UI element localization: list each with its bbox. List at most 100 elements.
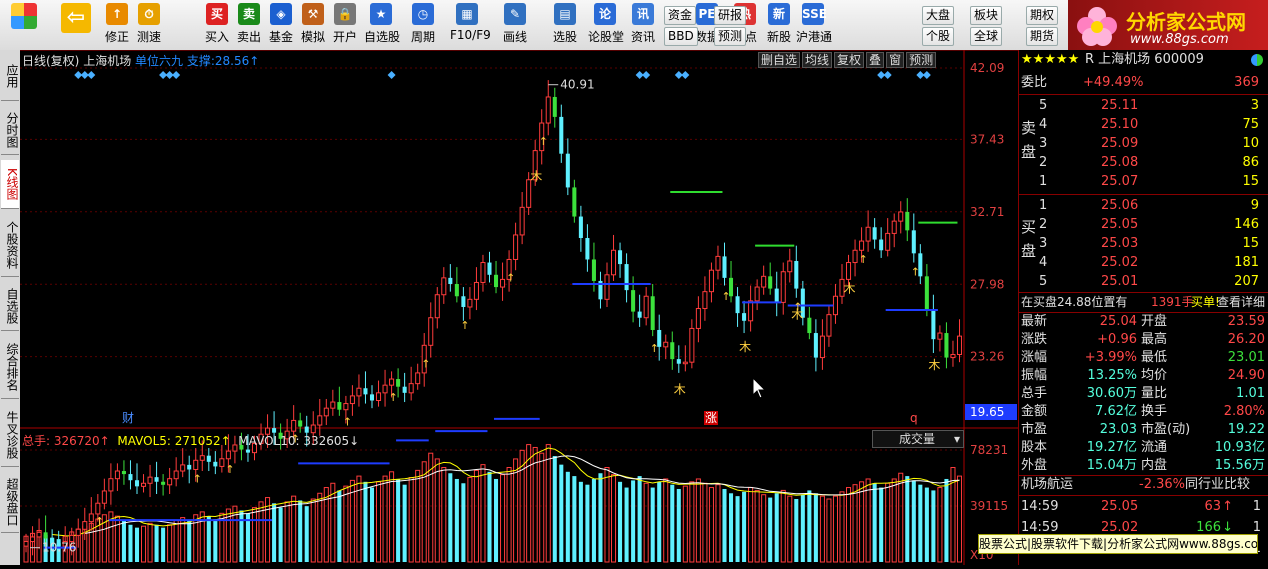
quote-row: 最新 25.04 开盘 23.59	[1019, 313, 1268, 331]
volume-bar	[598, 473, 603, 562]
buy-arrow-icon: ↑	[650, 342, 659, 355]
volume-bar	[944, 478, 949, 562]
chart-menu-item-2[interactable]: 复权	[834, 52, 865, 68]
industry-compare-button[interactable]: 同行业比较	[1185, 476, 1250, 494]
toolbar-2-icon: 买	[206, 3, 228, 25]
buy-level: 5	[1039, 274, 1048, 289]
toolbar-10-label: 画线	[502, 30, 527, 44]
toolbar-small-button-7[interactable]: 全球	[970, 27, 1003, 46]
candle-body	[448, 277, 453, 284]
sidebar-item-4[interactable]: 自选股	[1, 282, 19, 331]
stat-value-2: 24.90	[1227, 368, 1265, 383]
candle-body	[807, 317, 812, 334]
toolbar-button-12[interactable]: 论论股堂	[588, 3, 624, 47]
footer-link[interactable]: 股票公式|股票软件下载|分析家公式网www.88gs.com	[978, 534, 1258, 554]
quote-row: 4 25.02 181	[1019, 254, 1268, 272]
buy-volume: 181	[1234, 255, 1259, 270]
toolbar-small-button-5[interactable]: 个股	[922, 27, 955, 46]
chart-menu-item-5[interactable]: 预测	[906, 52, 937, 68]
candle-body	[794, 261, 799, 289]
toolbar-button-1[interactable]: ⏱ 测速	[132, 3, 166, 47]
toolbar-button-16[interactable]: 新新股	[762, 3, 796, 47]
toolbar-button-4[interactable]: ◈ 基金	[264, 3, 298, 47]
chart-menu-item-0[interactable]: 删自选	[758, 52, 801, 68]
candle-body	[382, 384, 388, 394]
app-menu-button[interactable]	[4, 3, 44, 47]
view-detail-link[interactable]: 查看详细	[1217, 293, 1265, 311]
sidebar-item-3[interactable]: 个股资料	[1, 214, 19, 277]
zhang-event-mark[interactable]: 涨	[705, 410, 717, 425]
toolbar-button-11[interactable]: ▤ 选股	[548, 3, 582, 47]
stat-value: 30.60万	[1086, 386, 1137, 401]
toolbar-button-0[interactable]: ↑ 修正	[100, 3, 134, 47]
candle-body	[905, 211, 910, 231]
candle-body	[585, 238, 590, 260]
stat-value: 15.04万	[1086, 458, 1137, 473]
toolbar-17-icon: SSE	[802, 3, 827, 25]
toolbar-small-button-3[interactable]: 预测	[714, 27, 747, 46]
kline-chart-panel[interactable]: 42.09 37.43 32.71 27.98 23.26 19.65 78231 39115…	[20, 49, 1018, 565]
candle-body	[754, 286, 760, 302]
stat-value-2: 26.20	[1227, 332, 1265, 347]
toolbar-button-8[interactable]: ◷ 周期	[406, 3, 440, 47]
toolbar-button-7[interactable]: ★ 自选股	[364, 3, 400, 47]
candle-body	[213, 461, 218, 467]
toolbar-small-button-0[interactable]: 资金	[664, 6, 697, 25]
toolbar-button-13[interactable]: 讯资讯	[626, 3, 660, 47]
toolbar-button-5[interactable]: ⚒ 模拟	[296, 3, 330, 47]
chart-menu-item-4[interactable]: 窗	[886, 52, 905, 68]
volume-bar	[213, 519, 218, 562]
toolbar-small-button-8[interactable]: 期权	[1026, 6, 1059, 25]
buy-arrow-icon: ↑	[95, 515, 104, 528]
quote-row: 5 25.11 3	[1019, 97, 1268, 115]
volume-bar	[794, 499, 799, 562]
toolbar-button-6[interactable]: 🔒 开户	[328, 3, 362, 47]
toolbar-small-button-4[interactable]: 大盘	[922, 6, 955, 25]
back-button[interactable]: ⇦	[56, 3, 96, 47]
sidebar-item-0[interactable]: 应用	[1, 52, 19, 101]
finance-event-mark[interactable]: 财	[122, 411, 134, 425]
toolbar-small-button-9[interactable]: 期货	[1026, 27, 1059, 46]
buy-info-qty: 1391手	[1151, 295, 1194, 309]
toolbar-1-icon: ⏱	[138, 3, 160, 25]
volume-indicator-select[interactable]: 成交量 ▾	[872, 430, 964, 448]
buy-arrow-icon: ↑	[911, 265, 920, 278]
buy-price: 25.02	[1101, 255, 1139, 270]
toolbar-button-9[interactable]: ▦ F10/F9	[450, 3, 491, 47]
price-scale-label-3: 27.98	[970, 277, 1004, 291]
candle-body	[114, 470, 120, 480]
sell-level: 2	[1039, 155, 1048, 170]
stat-label: 总手	[1021, 386, 1048, 401]
toolbar-small-button-6[interactable]: 板块	[970, 6, 1003, 25]
candle-body	[500, 278, 506, 288]
sidebar-item-5[interactable]: 综合排名	[1, 336, 19, 399]
toolbar-button-17[interactable]: SSE 沪港通	[796, 3, 832, 47]
toolbar-button-10[interactable]: ✎ 画线	[498, 3, 532, 47]
sidebar-item-7[interactable]: 超级盘口	[1, 472, 19, 533]
chart-period[interactable]: 日线(复权)	[22, 54, 79, 68]
volume-bar	[487, 471, 492, 562]
volume-bar	[800, 494, 805, 562]
stat-value: 19.27亿	[1086, 440, 1137, 455]
volume-bar	[735, 496, 740, 562]
sidebar-item-6[interactable]: 牛叉诊股	[1, 404, 19, 467]
candle-body	[872, 227, 877, 240]
sidebar-item-1[interactable]: 分时图	[1, 106, 19, 155]
price-scale-label-1: 37.43	[970, 132, 1004, 146]
left-sidebar: 应用分时图 K线图个股资料自选股综合排名牛叉诊股超级盘口	[0, 50, 20, 565]
toolbar-0-icon: ↑	[106, 3, 128, 25]
kline-chart-svg[interactable]: 42.09 37.43 32.71 27.98 23.26 19.65 78231 39115…	[20, 49, 1018, 565]
toolbar-button-2[interactable]: 买买入	[200, 3, 234, 47]
chart-menu-item-3[interactable]: 叠	[866, 52, 885, 68]
q-event-mark[interactable]: q	[910, 411, 918, 425]
candle-body	[337, 402, 342, 410]
sell-price: 25.11	[1101, 98, 1139, 113]
chart-indicator-text: 单位六九 支撑:28.56↑	[135, 54, 260, 68]
toolbar-small-button-1[interactable]: BBD	[664, 27, 698, 46]
toolbar-button-3[interactable]: 卖卖出	[232, 3, 266, 47]
sidebar-item-2[interactable]: K线图	[1, 160, 19, 209]
chart-menu-item-1[interactable]: 均线	[802, 52, 833, 68]
candle-body	[82, 521, 88, 530]
toolbar-small-button-2[interactable]: 研报	[714, 6, 747, 25]
buy-volume: 15	[1242, 236, 1259, 251]
